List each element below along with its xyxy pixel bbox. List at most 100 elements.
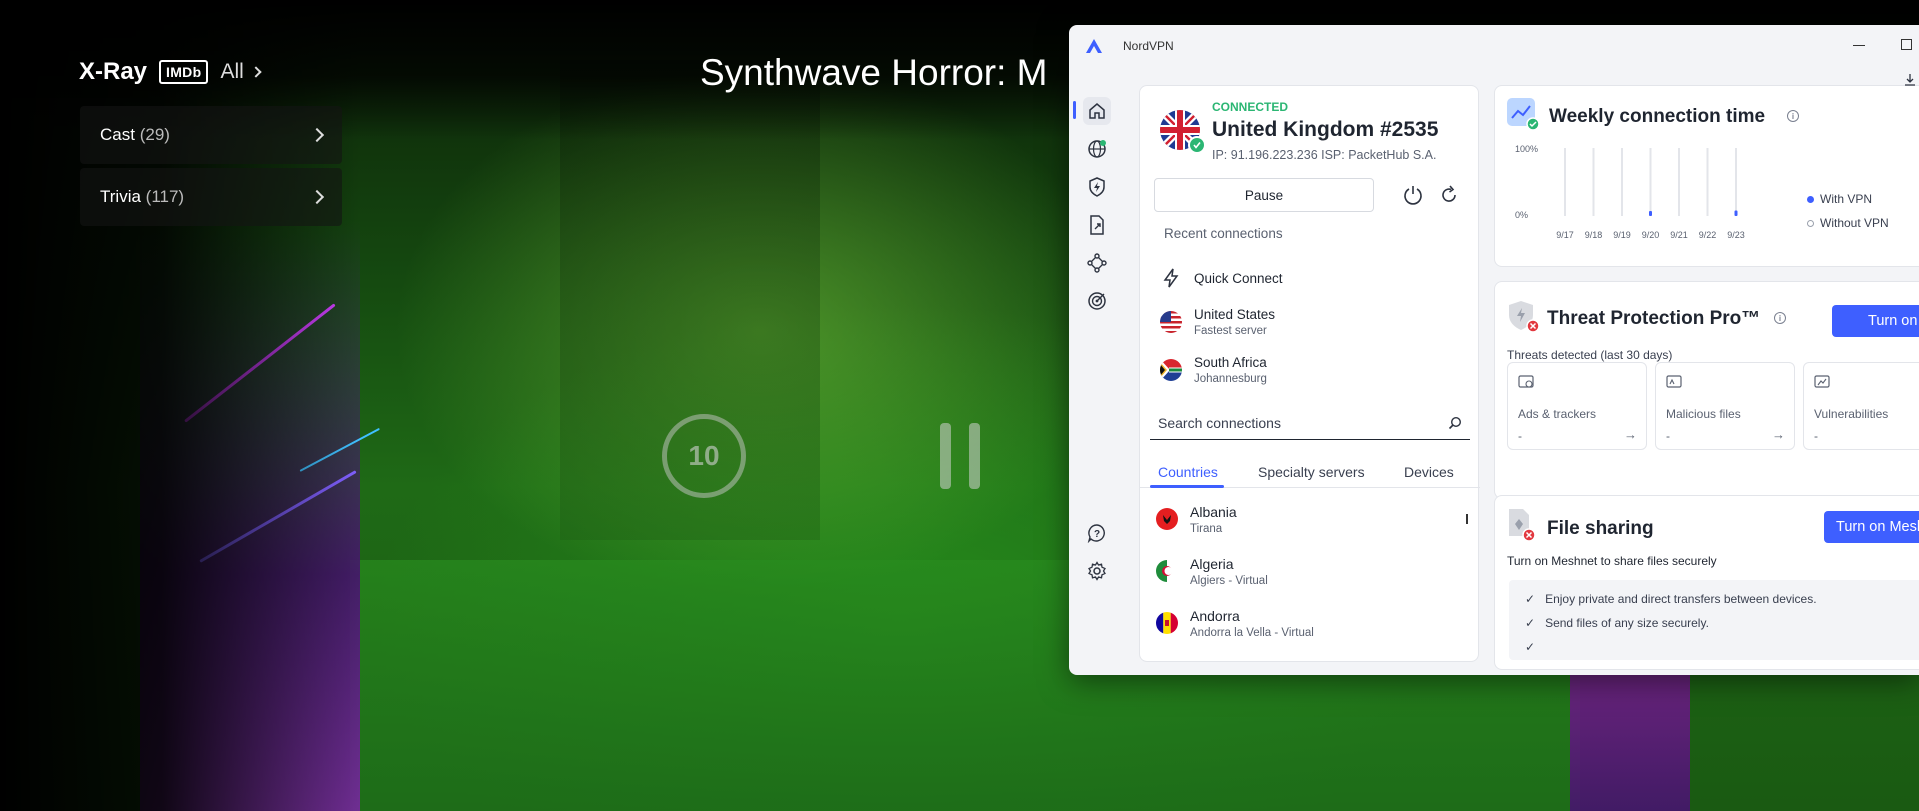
recent-item-united-states[interactable]: United States Fastest server: [1160, 300, 1460, 344]
weekly-connection-card: Weekly connection time i 100% 0% 9/17 9/1…: [1494, 85, 1919, 267]
tab-devices[interactable]: Devices: [1404, 464, 1454, 480]
legend-with-label: With VPN: [1820, 192, 1873, 206]
chart-track: [1678, 148, 1680, 216]
pause-bar-icon: [969, 423, 980, 489]
xray-item-text: Cast (29): [100, 125, 170, 145]
sidebar-item-settings[interactable]: [1083, 557, 1111, 585]
file-sharing-subtitle: Turn on Meshnet to share files securely: [1507, 554, 1717, 568]
svg-text:?: ?: [1094, 529, 1100, 540]
feature-item-partial: ✓: [1525, 640, 1535, 654]
sidebar-item-dark-web-monitor[interactable]: [1083, 287, 1111, 315]
ad-block-icon: [1518, 375, 1534, 388]
xray-header: X-Ray IMDb All: [79, 58, 262, 86]
sidebar-item-help[interactable]: ?: [1083, 519, 1111, 547]
home-icon: [1089, 103, 1105, 119]
tile-label: Vulnerabilities: [1814, 407, 1889, 421]
flag-us-icon: [1160, 311, 1182, 333]
scrollbar-thumb[interactable]: [1466, 514, 1468, 524]
country-item-name: Algeria: [1190, 555, 1234, 572]
search-icon[interactable]: [1448, 416, 1462, 430]
chart-track: [1649, 148, 1652, 216]
minimize-button[interactable]: [1853, 45, 1865, 46]
threat-tile-ads[interactable]: Ads & trackers - →: [1507, 362, 1647, 450]
xray-item-cast[interactable]: Cast (29): [80, 106, 342, 164]
file-sharing-features: ✓ Enjoy private and direct transfers bet…: [1509, 580, 1919, 660]
check-icon: ✓: [1525, 616, 1536, 630]
sidebar-item-globe[interactable]: [1083, 135, 1111, 163]
feature-item: ✓ Send files of any size securely.: [1525, 616, 1709, 630]
turn-on-meshnet-button[interactable]: Turn on Meshnet: [1824, 511, 1919, 543]
title-bar[interactable]: NordVPN: [1069, 25, 1919, 67]
chart-day-label: 9/17: [1556, 230, 1574, 240]
flag-al-icon: [1156, 508, 1178, 530]
play-pause-button[interactable]: [940, 423, 980, 489]
quick-connect-row[interactable]: Quick Connect: [1160, 256, 1460, 300]
xray-item-trivia[interactable]: Trivia (117): [80, 168, 342, 226]
reconnect-icon[interactable]: [1438, 184, 1460, 206]
country-item-sub: Andorra la Vella - Virtual: [1190, 626, 1314, 639]
video-title: Synthwave Horror: M: [700, 52, 1048, 93]
chart-bar-with-vpn: [1734, 210, 1738, 216]
recent-item-text: South Africa Johannesburg: [1194, 355, 1267, 385]
sidebar-item-home[interactable]: [1083, 97, 1111, 125]
server-meta: IP: 91.196.223.236 ISP: PacketHub S.A.: [1212, 148, 1437, 162]
info-icon[interactable]: i: [1787, 110, 1799, 122]
xray-item-label: Trivia: [100, 187, 141, 206]
country-item-text: Albania Tirana: [1190, 504, 1237, 535]
xray-item-text: Trivia (117): [100, 187, 184, 207]
chart-day-label: 9/18: [1585, 230, 1603, 240]
pause-button[interactable]: Pause: [1154, 178, 1374, 212]
chart-day-label: 9/23: [1727, 230, 1745, 240]
xray-title: X-Ray: [79, 58, 148, 85]
chevron-right-icon: [309, 189, 325, 205]
maximize-button[interactable]: [1901, 39, 1912, 50]
chart-track: [1706, 148, 1709, 216]
chart-day-label: 9/20: [1642, 230, 1660, 240]
rewind-10-button[interactable]: 10: [662, 414, 746, 498]
threat-title: Threat Protection Pro™: [1547, 308, 1761, 329]
country-item-algeria[interactable]: Algeria Algiers - Virtual: [1156, 548, 1456, 594]
country-item-albania[interactable]: Albania Tirana: [1156, 496, 1456, 542]
sidebar-item-threat-protection[interactable]: [1083, 173, 1111, 201]
xray-all-link[interactable]: All: [220, 60, 262, 84]
feature-text: Send files of any size securely.: [1545, 616, 1709, 630]
tile-value: -: [1518, 429, 1522, 443]
feature-text: Enjoy private and direct transfers betwe…: [1545, 592, 1817, 606]
country-item-text: Andorra Andorra la Vella - Virtual: [1190, 608, 1314, 639]
country-item-andorra[interactable]: Andorra Andorra la Vella - Virtual: [1156, 600, 1456, 646]
tile-value: -: [1666, 429, 1670, 443]
recent-item-name: South Africa: [1194, 355, 1267, 370]
search-input[interactable]: [1158, 414, 1448, 431]
tab-specialty-servers[interactable]: Specialty servers: [1258, 464, 1365, 480]
connection-card: CONNECTED United Kingdom #2535 IP: 91.19…: [1139, 85, 1480, 662]
sidebar-item-file-sharing[interactable]: [1083, 211, 1111, 239]
help-icon: ?: [1087, 524, 1105, 543]
connected-check-icon: [1188, 136, 1206, 154]
chart-icon: [1507, 98, 1539, 130]
gear-icon: [1088, 561, 1106, 581]
sidebar: ?: [1069, 67, 1125, 675]
xray-item-count: (29): [139, 125, 170, 144]
xray-item-label: Cast: [100, 125, 135, 144]
tile-label: Malicious files: [1666, 407, 1741, 421]
threat-tile-vulnerabilities[interactable]: Vulnerabilities -: [1803, 362, 1919, 450]
legend-without-label: Without VPN: [1820, 216, 1889, 230]
threat-tile-malicious[interactable]: Malicious files - →: [1655, 362, 1795, 450]
sidebar-item-meshnet[interactable]: [1083, 249, 1111, 277]
active-indicator: [1073, 101, 1076, 119]
info-icon[interactable]: i: [1774, 312, 1786, 324]
chart-track: [1735, 148, 1737, 216]
download-icon[interactable]: [1904, 73, 1916, 87]
threat-protection-card: Threat Protection Pro™ i Turn on Threats…: [1494, 281, 1919, 499]
threat-subtitle: Threats detected (last 30 days): [1507, 348, 1673, 362]
tab-countries[interactable]: Countries: [1158, 464, 1218, 480]
recent-item-south-africa[interactable]: South Africa Johannesburg: [1160, 348, 1460, 392]
flag-ad-icon: [1156, 612, 1178, 634]
xray-item-count: (117): [145, 187, 185, 206]
file-share-icon: [1090, 215, 1104, 235]
meshnet-icon: [1087, 253, 1107, 273]
threat-turn-on-button[interactable]: Turn on: [1832, 305, 1919, 337]
chart-day-label: 9/19: [1613, 230, 1631, 240]
power-icon[interactable]: [1402, 184, 1424, 206]
app-name: NordVPN: [1123, 39, 1174, 53]
